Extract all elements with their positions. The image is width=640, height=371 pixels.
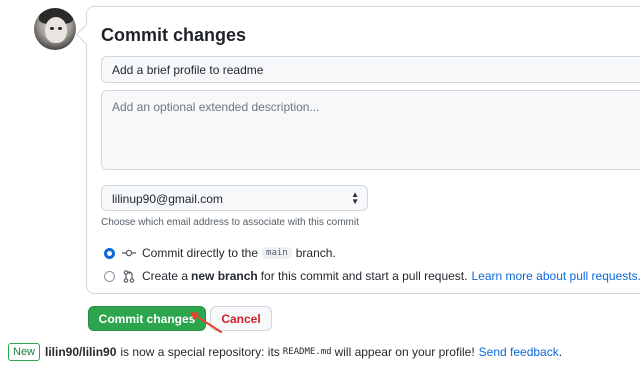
commit-direct-text-after: branch.: [295, 246, 336, 260]
new-branch-radio[interactable]: [104, 270, 115, 282]
special-repo-notice: New lilin90/lilin90 is now a special rep…: [8, 343, 562, 361]
annotation-arrow-icon: [190, 312, 223, 334]
select-arrows-icon: ▲ ▼: [351, 190, 359, 206]
commit-direct-option[interactable]: Commit directly to the main branch.: [104, 246, 336, 260]
email-select[interactable]: lilinup90@gmail.com ▲ ▼: [101, 185, 368, 211]
new-branch-option[interactable]: Create a new branch for this commit and …: [104, 269, 640, 283]
avatar: [34, 8, 76, 50]
learn-more-link[interactable]: Learn more about pull requests.: [471, 269, 640, 283]
new-branch-bold: new branch: [191, 269, 258, 283]
notice-text: is now a special repository: its: [120, 345, 280, 359]
new-branch-text: Create a: [142, 269, 189, 283]
commit-summary-input[interactable]: Add a brief profile to readme: [101, 56, 640, 83]
git-pull-request-icon: [122, 269, 136, 283]
repo-name: lilin90/lilin90: [45, 345, 117, 359]
notice-period: .: [558, 345, 563, 359]
commit-description-textarea[interactable]: Add an optional extended description...: [101, 90, 640, 170]
commit-direct-radio[interactable]: [104, 247, 115, 259]
email-select-value: lilinup90@gmail.com: [112, 192, 223, 206]
notice-text-after: will appear on your profile!: [334, 345, 475, 359]
new-branch-text-after: for this commit and start a pull request…: [260, 269, 468, 283]
email-hint: Choose which email address to associate …: [101, 217, 359, 228]
branch-name: main: [262, 247, 292, 259]
commit-direct-text: Commit directly to the: [142, 246, 259, 260]
send-feedback-link[interactable]: Send feedback: [479, 345, 559, 359]
readme-filename: README.md: [282, 347, 332, 357]
page-title: Commit changes: [101, 25, 247, 45]
git-commit-icon: [122, 248, 136, 258]
new-badge: New: [8, 343, 41, 361]
